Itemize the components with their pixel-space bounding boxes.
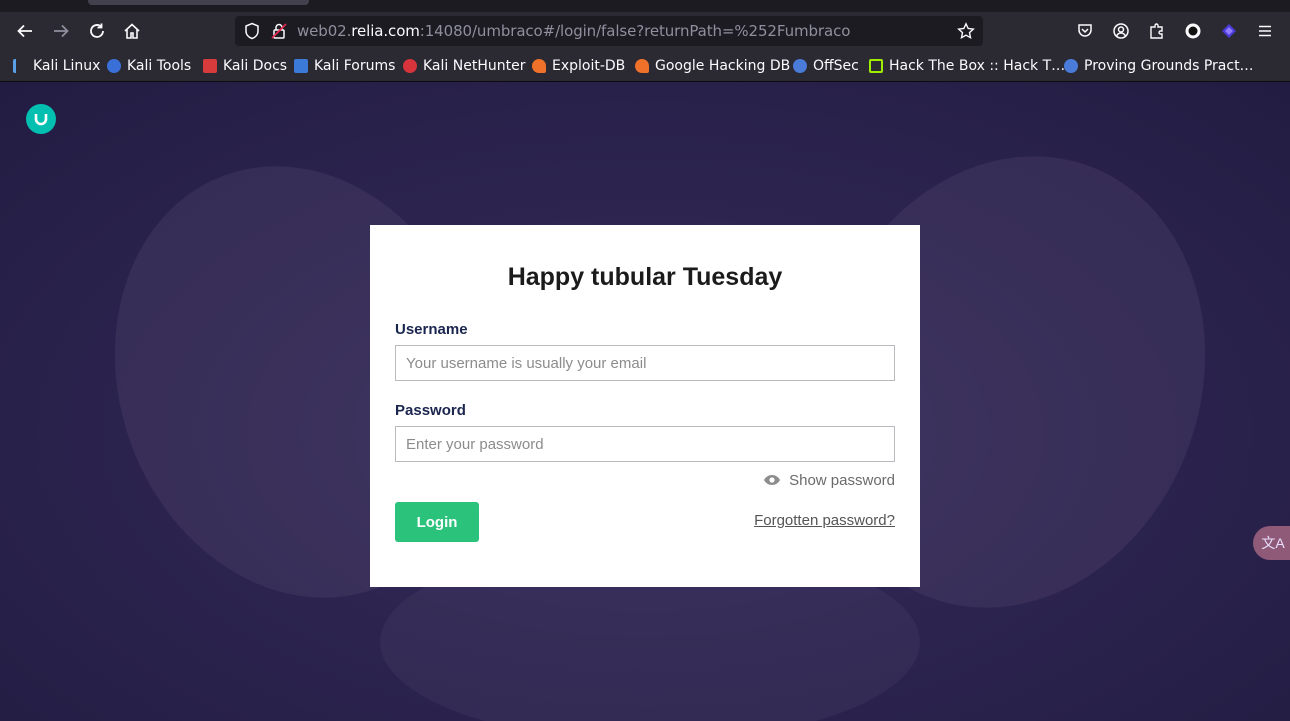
exploit-db-icon	[532, 59, 546, 73]
translate-icon: 文A	[1261, 535, 1285, 551]
translate-widget-button[interactable]: 文A	[1253, 526, 1290, 560]
extensions-button[interactable]	[1142, 16, 1172, 46]
username-input[interactable]	[395, 345, 895, 381]
bookmark-proving-grounds[interactable]: Proving Grounds Pract…	[1064, 56, 1254, 76]
url-path: :14080/umbraco#/login/false?returnPath=%…	[419, 22, 851, 40]
show-password-toggle[interactable]: Show password	[763, 471, 895, 489]
reload-icon	[90, 23, 104, 38]
bookmark-label: Kali NetHunter	[423, 58, 526, 74]
bookmark-label: Kali Tools	[127, 58, 192, 74]
offsec-icon	[793, 59, 807, 73]
umbraco-login-page: Happy tubular Tuesday Username Password …	[0, 82, 1290, 721]
ghdb-icon	[635, 59, 649, 73]
pocket-icon	[1078, 24, 1092, 37]
bookmark-exploit-db[interactable]: Exploit-DB	[532, 56, 625, 76]
url-text[interactable]: web02.relia.com:14080/umbraco#/login/fal…	[297, 16, 850, 46]
kali-dragon-icon	[13, 59, 27, 73]
show-password-label: Show password	[789, 471, 895, 489]
bookmark-label: Exploit-DB	[552, 58, 626, 74]
bookmark-label: Google Hacking DB	[655, 58, 791, 74]
bookmark-kali-tools[interactable]: Kali Tools	[107, 56, 191, 76]
password-label: Password	[395, 402, 466, 419]
home-button[interactable]	[117, 16, 147, 46]
puzzle-icon	[1150, 23, 1163, 39]
forward-button[interactable]	[46, 16, 76, 46]
proving-grounds-icon	[1064, 59, 1078, 73]
login-card: Happy tubular Tuesday Username Password …	[370, 225, 920, 587]
login-button[interactable]: Login	[395, 502, 479, 542]
account-button[interactable]	[1106, 16, 1136, 46]
bookmark-google-hacking-db[interactable]: Google Hacking DB	[635, 56, 790, 76]
insecure-lock-icon[interactable]	[270, 22, 288, 40]
bookmark-label: Kali Forums	[314, 58, 396, 74]
menu-button[interactable]	[1250, 16, 1280, 46]
bookmark-kali-linux[interactable]: Kali Linux	[13, 56, 100, 76]
extension-cube-icon	[1222, 24, 1236, 38]
kali-nethunter-icon	[403, 59, 417, 73]
kali-forums-icon	[294, 59, 308, 73]
hamburger-icon	[1259, 25, 1271, 37]
bookmark-kali-forums[interactable]: Kali Forums	[294, 56, 395, 76]
extension-cube-button[interactable]	[1214, 16, 1244, 46]
extension-circle-icon	[1185, 23, 1201, 39]
kali-docs-icon	[203, 59, 217, 73]
active-tab[interactable]	[88, 0, 309, 5]
shield-icon[interactable]	[243, 22, 261, 40]
bookmark-hack-the-box[interactable]: Hack The Box :: Hack T…	[869, 56, 1065, 76]
home-icon	[124, 23, 140, 39]
arrow-left-icon	[17, 24, 32, 38]
back-button[interactable]	[10, 16, 40, 46]
kali-tools-icon	[107, 59, 121, 73]
bookmark-offsec[interactable]: OffSec	[793, 56, 859, 76]
bookmark-kali-nethunter[interactable]: Kali NetHunter	[403, 56, 525, 76]
bookmark-label: Hack The Box :: Hack T…	[889, 58, 1066, 74]
url-bar[interactable]: web02.relia.com:14080/umbraco#/login/fal…	[235, 16, 983, 46]
bookmarks-toolbar: Kali Linux Kali Tools Kali Docs Kali For…	[0, 50, 1290, 82]
account-icon	[1113, 23, 1129, 39]
umbraco-u-icon	[34, 114, 48, 126]
tab-strip	[0, 0, 1290, 12]
greeting-title: Happy tubular Tuesday	[507, 263, 783, 291]
eye-icon	[764, 475, 781, 485]
bookmark-label: Kali Docs	[223, 58, 288, 74]
htb-cube-icon	[869, 59, 883, 73]
url-prefix: web02.	[297, 22, 352, 40]
pocket-button[interactable]	[1070, 16, 1100, 46]
bookmark-label: OffSec	[813, 58, 859, 74]
arrow-right-icon	[54, 24, 69, 38]
bookmark-label: Kali Linux	[33, 58, 101, 74]
umbraco-logo[interactable]	[26, 104, 56, 134]
forgotten-password-link[interactable]: Forgotten password?	[754, 512, 895, 529]
password-input[interactable]	[395, 426, 895, 462]
bookmark-label: Proving Grounds Pract…	[1084, 58, 1254, 74]
bookmark-star-icon[interactable]	[957, 22, 975, 40]
username-label: Username	[395, 321, 468, 338]
extension-circle-button[interactable]	[1178, 16, 1208, 46]
navigation-toolbar: web02.relia.com:14080/umbraco#/login/fal…	[0, 12, 1290, 50]
bookmark-kali-docs[interactable]: Kali Docs	[203, 56, 287, 76]
reload-button[interactable]	[82, 16, 112, 46]
url-host: relia.com	[351, 22, 420, 40]
